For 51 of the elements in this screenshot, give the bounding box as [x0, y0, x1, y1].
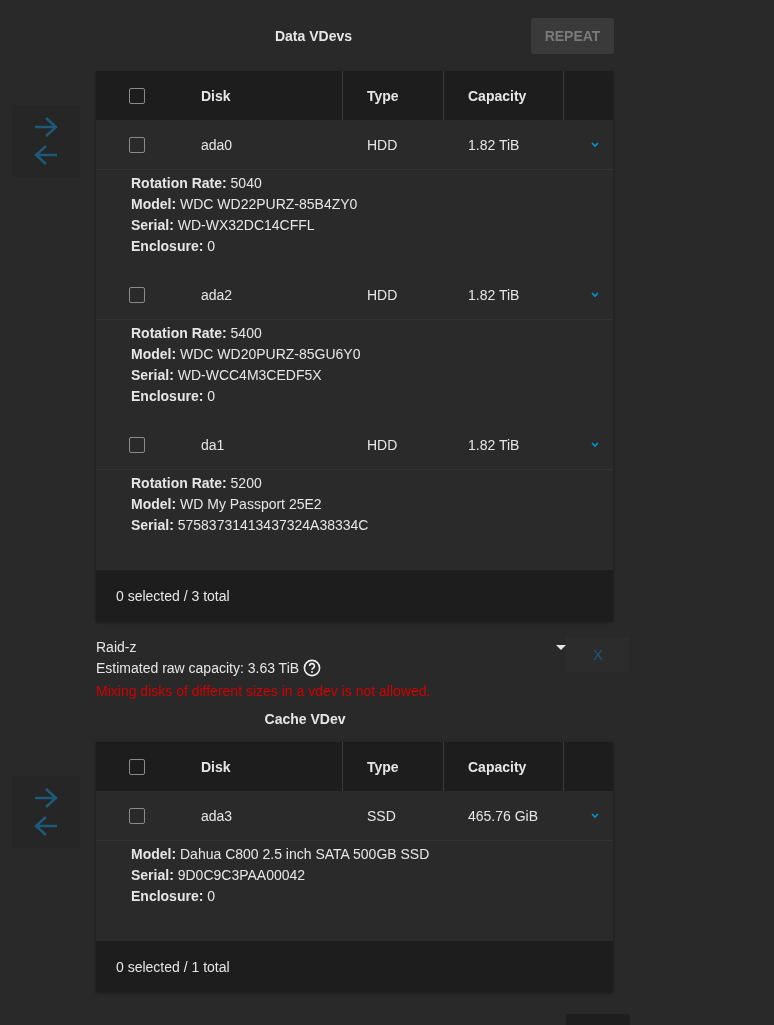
error-message: Mixing disks of different sizes in a vdev is not allowed. — [96, 683, 432, 699]
chevron-icon[interactable] — [591, 291, 599, 298]
table-cell-text: SSD — [366, 807, 397, 824]
disk-detail: Enclosure: 0 — [131, 388, 216, 404]
table-cell-text: ada0 — [201, 136, 234, 153]
checkbox[interactable] — [129, 136, 145, 153]
section-title: Cache VDev — [264, 711, 346, 727]
estimated-capacity: Estimated raw capacity: 3.63 TiB — [96, 660, 300, 676]
disk-detail: Rotation Rate: 5200 — [131, 475, 262, 491]
column-header[interactable]: Capacity — [468, 758, 527, 775]
column-header[interactable]: Type — [367, 758, 399, 775]
disk-detail: Serial: WD-WCC4M3CEDF5X — [131, 367, 322, 383]
table-cell-text: HDD — [366, 436, 399, 453]
checkbox[interactable] — [129, 286, 145, 303]
selection-count: 0 selected / 3 total — [116, 587, 230, 604]
checkbox[interactable] — [129, 807, 145, 824]
checkbox[interactable] — [129, 758, 145, 775]
table-cell-text: da1 — [201, 436, 226, 453]
disk-detail: Model: WDC WD20PURZ-85GU6Y0 — [131, 346, 361, 362]
disk-detail: Rotation Rate: 5040 — [131, 175, 262, 191]
chevron-icon[interactable] — [591, 441, 599, 448]
table-cell-text: HDD — [366, 136, 399, 153]
disk-detail: Serial: 9D0C9C3PAA00042 — [131, 867, 306, 883]
table-cell-text: HDD — [366, 286, 399, 303]
table-cell-text: 1.82 TiB — [467, 286, 521, 303]
disk-detail: Serial: WD-WX32DC14CFFL — [131, 217, 315, 233]
disk-detail: Enclosure: 0 — [131, 238, 216, 254]
disk-detail: Rotation Rate: 5400 — [131, 325, 262, 341]
section-title: Data VDevs — [274, 28, 352, 44]
disk-detail: Model: WDC WD22PURZ-85B4ZY0 — [131, 196, 358, 212]
table-cell-text: 1.82 TiB — [467, 436, 521, 453]
table-cell-text: ada3 — [201, 807, 234, 824]
disk-detail: Model: WD My Passport 25E2 — [131, 496, 322, 512]
dropdown-caret-icon — [556, 644, 566, 650]
column-header[interactable]: Disk — [201, 87, 231, 104]
selection-count: 0 selected / 1 total — [116, 958, 230, 975]
disk-detail: Serial: 57583731413437324A38334C — [131, 517, 369, 533]
table-cell-text: 465.76 GiB — [467, 807, 540, 824]
help-icon[interactable] — [303, 659, 322, 677]
chevron-icon[interactable] — [591, 141, 599, 148]
column-header[interactable]: Capacity — [468, 87, 527, 104]
checkbox[interactable] — [129, 436, 145, 453]
checkbox[interactable] — [129, 87, 145, 104]
column-header[interactable]: Type — [367, 87, 399, 104]
column-header[interactable]: Disk — [201, 758, 231, 775]
chevron-icon[interactable] — [591, 812, 599, 819]
table-cell-text: 1.82 TiB — [467, 136, 521, 153]
layout-select[interactable]: Raid-z — [96, 637, 566, 657]
disk-detail: Enclosure: 0 — [131, 888, 216, 904]
table-cell-text: ada2 — [201, 286, 234, 303]
disk-detail: Model: Dahua C800 2.5 inch SATA 500GB SSD — [131, 846, 430, 862]
